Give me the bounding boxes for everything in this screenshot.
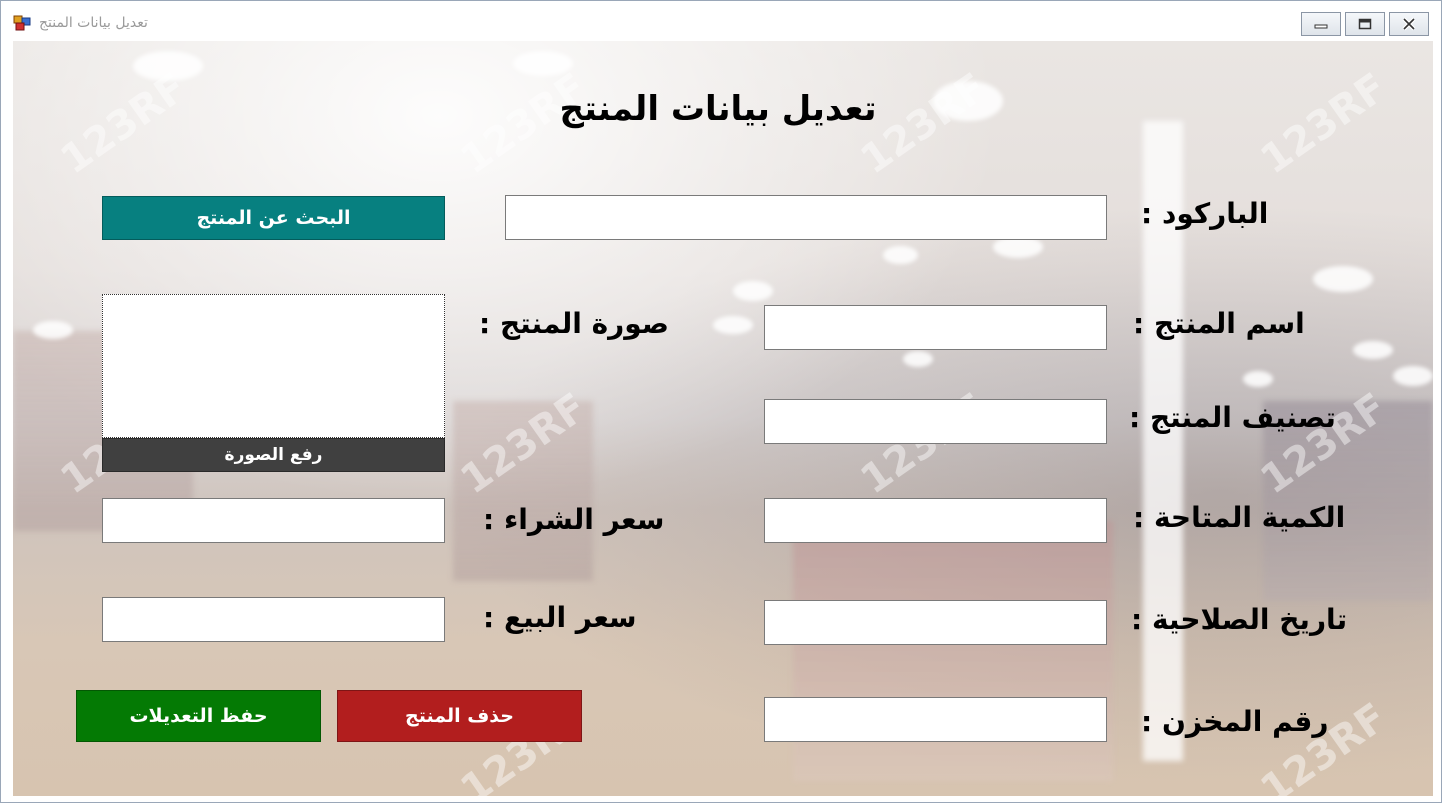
purchase-price-input[interactable] <box>102 498 445 543</box>
maximize-button[interactable] <box>1345 12 1385 36</box>
minimize-button[interactable] <box>1301 12 1341 36</box>
app-window: تعديل بيانات المنتج 123RF 123RF 123RF 12… <box>0 0 1442 803</box>
minimize-icon <box>1314 24 1328 29</box>
maximize-icon <box>1358 18 1372 30</box>
product-image-box[interactable] <box>102 294 445 438</box>
sale-price-input[interactable] <box>102 597 445 642</box>
sale-price-label: سعر البيع : <box>483 601 637 634</box>
delete-product-button[interactable]: حذف المنتج <box>337 690 582 742</box>
available-quantity-input[interactable] <box>764 498 1107 543</box>
product-name-input[interactable] <box>764 305 1107 350</box>
store-number-label: رقم المخزن : <box>1141 705 1329 738</box>
form-area: 123RF 123RF 123RF 123RF 123RF 123RF 123R… <box>13 41 1433 796</box>
close-button[interactable] <box>1389 12 1429 36</box>
store-number-input[interactable] <box>764 697 1107 742</box>
barcode-input[interactable] <box>505 195 1107 240</box>
upload-image-button[interactable]: رفع الصورة <box>102 438 445 472</box>
watermark: 123RF <box>1252 64 1396 184</box>
product-name-label: اسم المنتج : <box>1133 307 1305 340</box>
window-title: تعديل بيانات المنتج <box>39 15 148 31</box>
product-image-label: صورة المنتج : <box>479 307 669 340</box>
form-heading: تعديل بيانات المنتج <box>559 89 877 129</box>
expiry-date-label: تاريخ الصلاحية : <box>1131 603 1348 636</box>
expiry-date-input[interactable] <box>764 600 1107 645</box>
save-changes-button[interactable]: حفظ التعديلات <box>76 690 321 742</box>
purchase-price-label: سعر الشراء : <box>483 503 665 536</box>
product-category-label: تصنيف المنتج : <box>1129 401 1336 434</box>
barcode-label: الباركود : <box>1141 197 1269 230</box>
available-quantity-label: الكمية المتاحة : <box>1133 501 1346 534</box>
watermark: 123RF <box>52 64 196 184</box>
search-product-button[interactable]: البحث عن المنتج <box>102 196 445 240</box>
close-icon <box>1402 17 1416 31</box>
product-category-input[interactable] <box>764 399 1107 444</box>
title-bar[interactable]: تعديل بيانات المنتج <box>1 1 1441 41</box>
app-window-icon <box>13 15 31 31</box>
